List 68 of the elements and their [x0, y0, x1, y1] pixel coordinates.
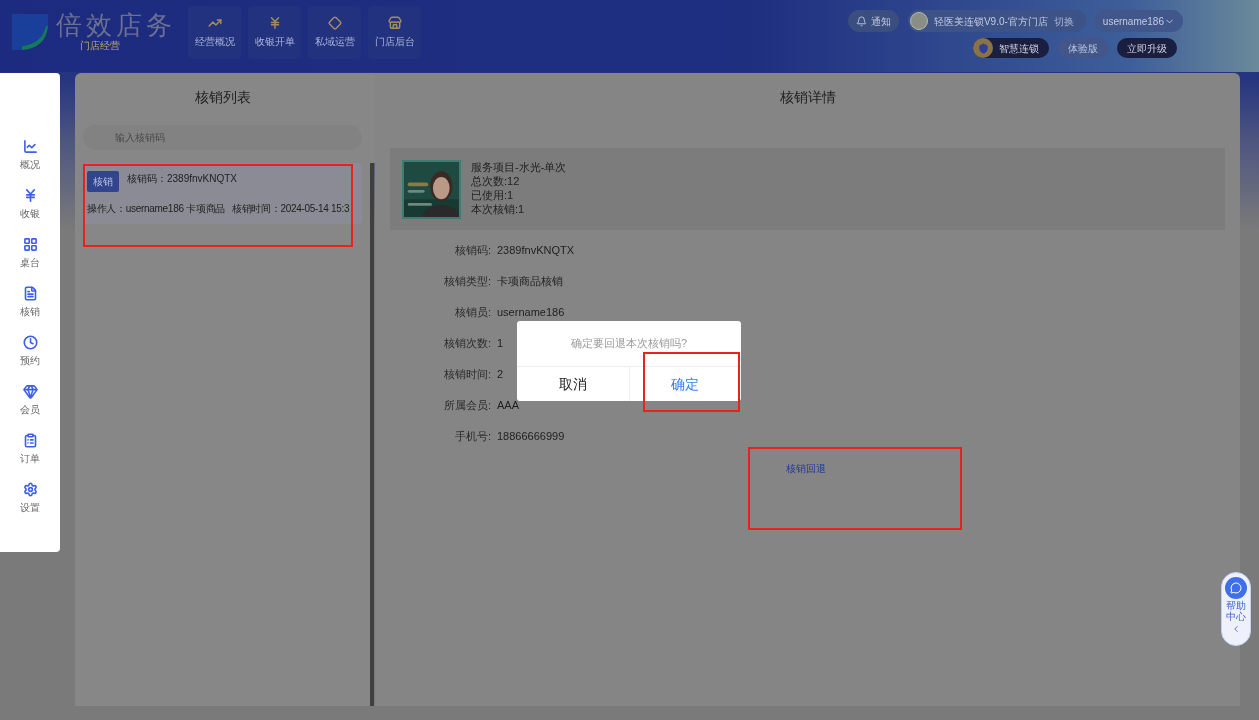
product-info: 已使用:1	[471, 187, 515, 202]
shield-icon	[973, 38, 993, 58]
sidebar-item[interactable]: 收银	[20, 188, 40, 221]
nav-tile[interactable]: 收银开单	[248, 6, 301, 59]
field-value: 2389fnvKNQTX	[497, 242, 575, 258]
chevron-left-icon	[1231, 624, 1241, 634]
field-label: 核销员:	[453, 304, 492, 320]
store-name[interactable]: 轻医美连锁V9.0-官方门店	[933, 13, 1048, 29]
sidebar-item[interactable]: 桌台	[20, 237, 40, 270]
store-avatar-icon	[909, 12, 928, 30]
sidebar-item[interactable]: 预约	[20, 335, 40, 368]
field-label: 核销时间:	[442, 366, 492, 382]
field-value: username186	[497, 304, 565, 320]
logo-icon	[12, 11, 48, 50]
chat-icon	[1225, 577, 1247, 599]
record-operator: 操作人：username186 卡项商品	[87, 202, 225, 216]
field-label: 核销次数:	[442, 335, 492, 351]
record-tag: 核销	[87, 171, 119, 192]
scrollbar[interactable]	[370, 163, 374, 706]
sidebar-item[interactable]: 核销	[20, 286, 40, 319]
field-value: 卡项商品核销	[497, 273, 563, 289]
trend-icon	[207, 16, 222, 30]
sidebar-item[interactable]: 设置	[20, 482, 40, 515]
field-value: 2	[497, 366, 504, 382]
field-label: 核销类型:	[442, 273, 492, 289]
bell-icon	[855, 15, 867, 27]
settings-icon	[22, 482, 38, 497]
field-value: AAA	[497, 397, 519, 413]
clipboard-icon	[22, 433, 38, 448]
notify-button[interactable]: 通知	[847, 10, 899, 32]
cancel-button[interactable]: 取消	[517, 367, 629, 401]
store-icon	[387, 16, 402, 30]
chain-badge: 智慧连锁	[973, 38, 1049, 58]
help-label: 帮助中心	[1225, 600, 1247, 622]
product-info: 服务项目-水光-单次	[471, 159, 567, 174]
diamond-icon	[327, 16, 342, 30]
chart-icon	[22, 139, 38, 154]
dialog-message: 确定要回退本次核销吗?	[569, 336, 689, 352]
grid-icon	[22, 237, 38, 252]
upgrade-button[interactable]: 立即升级	[1117, 38, 1177, 58]
field-label: 核销码:	[453, 242, 492, 258]
field-label: 所属会员:	[442, 397, 492, 413]
sidebar-item[interactable]: 订单	[20, 433, 40, 466]
gem-icon	[22, 384, 38, 399]
sidebar-item[interactable]: 会员	[20, 384, 40, 417]
edition-badge: 体验版	[1058, 38, 1108, 58]
record-time: 核销时间：2024-05-14 15:3	[231, 202, 350, 216]
document-icon	[22, 286, 38, 301]
field-value: 18866666999	[497, 428, 565, 444]
clock-icon	[22, 335, 38, 350]
record-code: 核销码：2389fnvKNQTX	[127, 172, 238, 186]
field-label: 手机号:	[453, 428, 492, 444]
panel-title: 核销列表	[193, 88, 252, 107]
brand-tagline: 门店经营	[79, 40, 121, 51]
nav-tile[interactable]: 经营概况	[188, 6, 241, 59]
nav-tile[interactable]: 门店后台	[368, 6, 421, 59]
product-info: 总次数:12	[471, 173, 521, 188]
record-card[interactable]: 核销 核销码：2389fnvKNQTX 操作人：username186 卡项商品 核销时间：2024-05-14 15:3	[83, 163, 362, 224]
panel-title: 核销详情	[778, 88, 837, 107]
switch-link[interactable]: 切换	[1053, 13, 1074, 29]
nav-tile[interactable]: 私域运营	[308, 6, 361, 59]
field-value: 1	[497, 335, 504, 351]
help-widget[interactable]: 帮助中心	[1221, 572, 1251, 646]
product-info: 本次核销:1	[471, 201, 526, 216]
sidebar-item[interactable]: 概况	[20, 139, 40, 172]
confirm-button[interactable]: 确定	[628, 367, 741, 401]
user-menu[interactable]: username186	[1094, 10, 1183, 32]
brand-name: 倍效店务	[56, 10, 176, 40]
